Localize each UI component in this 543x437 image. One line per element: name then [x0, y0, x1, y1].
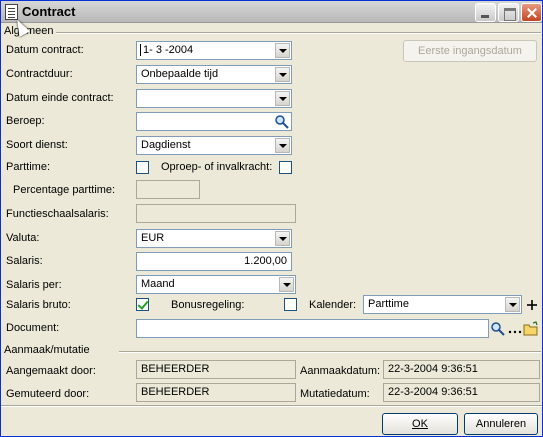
datum-einde-contract-picker[interactable]	[136, 89, 292, 108]
beroep-field[interactable]	[136, 112, 292, 131]
magnifier-icon[interactable]	[490, 321, 506, 337]
dialog-body: Algemeen Datum contract: 1- 3 -2004 Eers…	[1, 24, 542, 436]
chevron-down-icon[interactable]	[279, 277, 294, 292]
kalender-value: Parttime	[368, 298, 409, 310]
minimize-button[interactable]	[475, 3, 496, 22]
oproep-label: Oproep- of invalkracht:	[161, 161, 273, 173]
annuleren-button-label: Annuleren	[475, 418, 527, 430]
gemuteerd-door-label: Gemuteerd door:	[6, 388, 90, 400]
contractduur-label: Contractduur:	[6, 68, 73, 80]
aangemaakt-door-field[interactable]: BEHEERDER	[136, 360, 296, 379]
datum-einde-contract-label: Datum einde contract:	[6, 92, 114, 104]
aangemaakt-door-label: Aangemaakt door:	[6, 365, 96, 377]
percentage-parttime-label: Percentage parttime:	[13, 184, 116, 196]
aanmaak-group-label: Aanmaak/mutatie	[4, 344, 92, 356]
document-label: Document:	[6, 322, 60, 334]
percentage-parttime-field[interactable]	[136, 180, 200, 199]
aanmaakdatum-field[interactable]: 22-3-2004 9:36:51	[383, 360, 540, 379]
beroep-label: Beroep:	[6, 115, 45, 127]
contractduur-value: Onbepaalde tijd	[141, 68, 219, 80]
chevron-down-icon[interactable]	[275, 231, 290, 246]
soort-dienst-label: Soort dienst:	[6, 139, 68, 151]
aanmaakdatum-label: Aanmaakdatum:	[300, 365, 381, 377]
valuta-label: Valuta:	[6, 232, 40, 244]
eerste-ingangsdatum-button[interactable]: Eerste ingangsdatum	[403, 40, 537, 62]
kalender-select[interactable]: Parttime	[363, 295, 522, 314]
salaris-per-label: Salaris per:	[6, 279, 62, 291]
chevron-down-icon[interactable]	[275, 138, 290, 153]
salaris-bruto-checkbox[interactable]	[136, 298, 149, 311]
maximize-button[interactable]	[498, 3, 519, 22]
ellipsis-icon[interactable]	[507, 321, 523, 337]
valuta-value: EUR	[141, 232, 165, 244]
ok-button-label: OK	[412, 418, 428, 430]
magnifier-icon[interactable]	[274, 114, 290, 130]
salaris-field[interactable]: 1.200,00	[136, 252, 292, 271]
salaris-bruto-label: Salaris bruto:	[6, 299, 71, 311]
chevron-down-icon[interactable]	[505, 297, 520, 312]
datum-contract-value: 1- 3 -2004	[140, 44, 194, 56]
chevron-down-icon[interactable]	[275, 67, 290, 82]
salaris-label: Salaris:	[6, 255, 43, 267]
annuleren-button[interactable]: Annuleren	[464, 413, 538, 435]
kalender-label: Kalender:	[309, 299, 357, 311]
salaris-per-select[interactable]: Maand	[136, 275, 296, 294]
gemuteerd-door-field[interactable]: BEHEERDER	[136, 383, 296, 402]
document-field[interactable]	[136, 319, 489, 338]
aanmaak-divider	[119, 351, 541, 353]
close-button[interactable]	[521, 3, 542, 22]
functieschaalsalaris-label: Functieschaalsalaris:	[6, 208, 109, 220]
mutatiedatum-label: Mutatiedatum:	[300, 388, 370, 400]
plus-icon[interactable]	[524, 297, 540, 313]
parttime-checkbox[interactable]	[136, 161, 149, 174]
window-title: Contract	[22, 4, 76, 19]
salaris-per-value: Maand	[141, 278, 175, 290]
chevron-down-icon[interactable]	[275, 43, 290, 58]
title-bar[interactable]: Contract	[1, 1, 542, 23]
bonusregeling-checkbox[interactable]	[284, 298, 297, 311]
ok-button[interactable]: OK	[382, 413, 458, 435]
soort-dienst-value: Dagdienst	[141, 139, 191, 151]
oproep-checkbox[interactable]	[279, 161, 292, 174]
contract-window: Contract Algemeen Datum contract: 1- 3 -…	[0, 0, 543, 437]
soort-dienst-select[interactable]: Dagdienst	[136, 136, 292, 155]
datum-contract-picker[interactable]: 1- 3 -2004	[136, 41, 292, 60]
footer-divider	[1, 405, 542, 407]
bonusregeling-label: Bonusregeling:	[171, 299, 245, 311]
chevron-down-icon[interactable]	[275, 91, 290, 106]
mutatiedatum-field[interactable]: 22-3-2004 9:36:51	[383, 383, 540, 402]
document-icon	[5, 4, 18, 20]
contractduur-select[interactable]: Onbepaalde tijd	[136, 65, 292, 84]
folder-icon[interactable]	[523, 321, 539, 337]
datum-contract-label: Datum contract:	[6, 44, 84, 56]
functieschaalsalaris-field[interactable]	[136, 204, 296, 223]
datum-contract-text: 1- 3 -2004	[140, 44, 194, 56]
valuta-select[interactable]: EUR	[136, 229, 292, 248]
algemeen-divider	[47, 32, 541, 34]
parttime-label: Parttime:	[6, 161, 51, 173]
